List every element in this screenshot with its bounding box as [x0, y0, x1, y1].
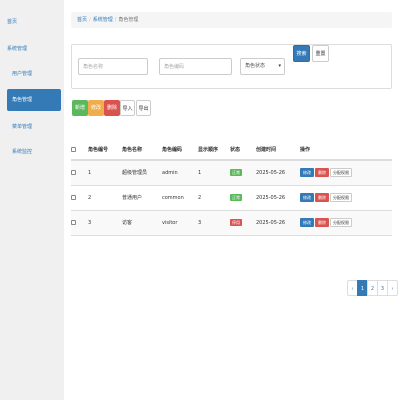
cell-role-code: visitor — [162, 210, 198, 236]
search-button[interactable]: 搜索 — [293, 45, 310, 62]
table-header-row: 角色编号 角色名称 角色编码 显示顺序 状态 创建时间 操作 — [71, 140, 392, 161]
row-delete-button[interactable]: 删除 — [315, 193, 329, 202]
cell-created-time: 2025-05-26 — [256, 210, 300, 236]
cell-role-name: 普通用户 — [122, 185, 162, 211]
header-select-all[interactable] — [71, 140, 88, 161]
cell-role-id: 3 — [88, 210, 122, 236]
row-edit-button[interactable]: 修改 — [300, 168, 314, 178]
breadcrumb-separator: / — [89, 17, 91, 23]
cell-role-id: 1 — [88, 160, 122, 186]
select-all-checkbox[interactable] — [71, 146, 76, 152]
cell-display-order: 1 — [198, 160, 230, 186]
status-badge: 停用 — [230, 219, 242, 226]
cell-created-time: 2025-05-26 — [256, 185, 300, 211]
sidebar-item-home[interactable]: 首页 — [0, 16, 64, 28]
sidebar-item-role-management[interactable]: 角色管理 — [7, 89, 61, 111]
status-badge: 正常 — [230, 194, 242, 201]
header-display-order: 显示顺序 — [198, 140, 230, 161]
export-button[interactable]: 导出 — [136, 100, 151, 116]
cell-display-order: 2 — [198, 185, 230, 211]
sidebar-item-menu-management[interactable]: 菜单管理 — [0, 121, 64, 133]
table-row: 3 访客 visitor 3 停用 2025-05-26 修改 删除 分配权限 — [71, 210, 392, 236]
cell-role-code: common — [162, 185, 198, 211]
row-checkbox[interactable] — [71, 169, 76, 175]
add-button[interactable]: 新增 — [72, 100, 88, 116]
table-row: 2 普通用户 common 2 正常 2025-05-26 修改 删除 分配权限 — [71, 185, 392, 211]
role-name-input[interactable] — [78, 58, 148, 75]
search-panel: 角色状态 ▾ 搜索 重置 — [71, 44, 392, 89]
cell-role-name: 超级管理员 — [122, 160, 162, 186]
role-status-selected: 角色状态 — [245, 63, 266, 69]
chevron-down-icon: ▾ — [278, 63, 281, 69]
pagination-next-button[interactable]: › — [387, 280, 398, 296]
role-table: 角色编号 角色名称 角色编码 显示顺序 状态 创建时间 操作 1 超级管理员 a… — [71, 140, 392, 236]
pagination: ‹ 1 2 3 › — [347, 280, 398, 296]
breadcrumb-current: 角色管理 — [118, 17, 139, 23]
breadcrumb-home[interactable]: 首页 — [77, 17, 87, 23]
role-status-select[interactable]: 角色状态 ▾ — [240, 58, 285, 75]
cell-role-code: admin — [162, 160, 198, 186]
sidebar-item-user-management[interactable]: 用户管理 — [0, 68, 64, 80]
role-code-input[interactable] — [159, 58, 232, 75]
breadcrumb-system[interactable]: 系统管理 — [93, 17, 113, 23]
delete-button[interactable]: 删除 — [104, 100, 120, 116]
sidebar-item-system-monitor[interactable]: 系统监控 — [0, 146, 64, 158]
breadcrumb: 首页 / 系统管理 / 角色管理 — [71, 12, 392, 28]
main-content: 首页/系统管理/角色管理 角色状态 ▾ 搜索 重置 新增 修改 删除 导入 导出… — [65, 0, 400, 400]
row-checkbox[interactable] — [71, 194, 76, 200]
breadcrumb-separator: / — [114, 17, 117, 23]
edit-button[interactable]: 修改 — [88, 100, 104, 116]
header-role-id: 角色编号 — [88, 140, 122, 161]
row-edit-button[interactable]: 修改 — [300, 218, 314, 227]
import-button[interactable]: 导入 — [120, 100, 135, 116]
table-row: 1 超级管理员 admin 1 正常 2025-05-26 修改 删除 分配权限 — [71, 160, 392, 186]
sidebar: 首页 系统管理 用户管理 角色管理 菜单管理 系统监控 — [0, 0, 64, 400]
row-edit-button[interactable]: 修改 — [300, 193, 314, 202]
cell-display-order: 3 — [198, 210, 230, 236]
header-role-code: 角色编码 — [162, 140, 198, 161]
cell-role-id: 2 — [88, 185, 122, 211]
cell-role-name: 访客 — [122, 210, 162, 236]
header-actions: 操作 — [300, 140, 392, 161]
row-delete-button[interactable]: 删除 — [315, 218, 329, 227]
sidebar-item-system-management[interactable]: 系统管理 — [0, 43, 64, 55]
header-role-name: 角色名称 — [122, 140, 162, 161]
row-checkbox[interactable] — [71, 219, 76, 225]
reset-button[interactable]: 重置 — [312, 45, 329, 62]
row-assign-permission-button[interactable]: 分配权限 — [330, 218, 352, 227]
status-badge: 正常 — [230, 169, 242, 177]
header-status: 状态 — [230, 140, 256, 161]
row-assign-permission-button[interactable]: 分配权限 — [330, 168, 352, 178]
row-assign-permission-button[interactable]: 分配权限 — [330, 193, 352, 202]
row-delete-button[interactable]: 删除 — [315, 168, 329, 178]
header-created-time: 创建时间 — [256, 140, 300, 161]
cell-created-time: 2025-05-26 — [256, 160, 300, 186]
